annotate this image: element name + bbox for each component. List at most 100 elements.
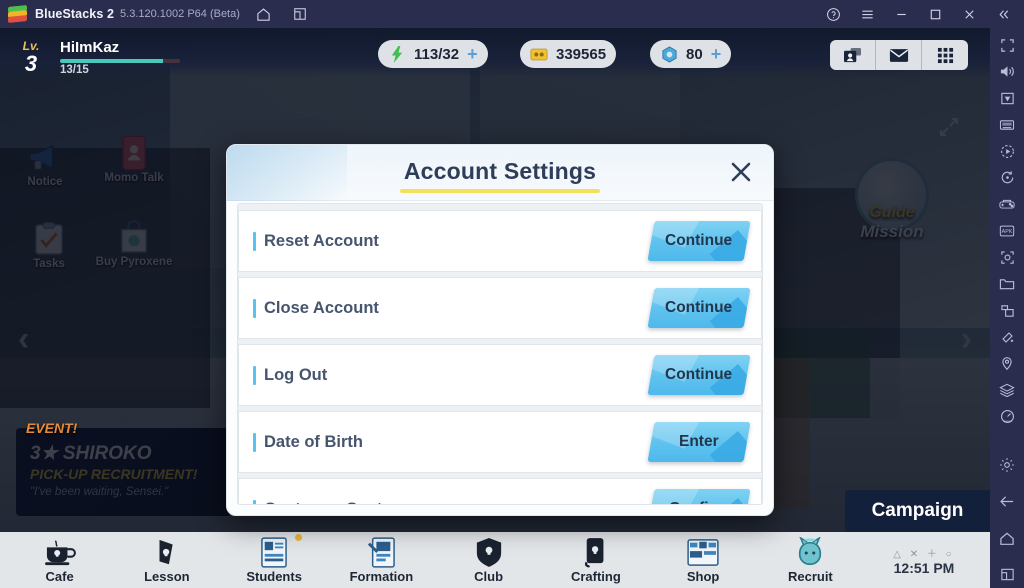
- mail-icon[interactable]: [876, 40, 922, 70]
- row-label: Log Out: [264, 365, 328, 384]
- bluestacks-logo-icon: [8, 4, 27, 24]
- campaign-button[interactable]: Campaign: [845, 490, 990, 532]
- location-icon[interactable]: [990, 350, 1024, 377]
- home-icon[interactable]: [254, 4, 274, 24]
- currency-energy[interactable]: 113/32 +: [378, 40, 488, 68]
- nav-item-shop[interactable]: Shop: [650, 536, 757, 584]
- nav-label-recruit: Recruit: [787, 569, 833, 584]
- crafting-icon: [576, 536, 616, 568]
- reset-account-button[interactable]: Continue: [647, 221, 751, 261]
- dialog-body: Reset Account Continue Close Account Con…: [237, 203, 763, 505]
- nav-label-students: Students: [246, 569, 302, 584]
- title-underline: [400, 189, 600, 193]
- gamepad-icon[interactable]: [990, 191, 1024, 218]
- reset-account-label: Continue: [665, 232, 733, 249]
- nav-item-lesson[interactable]: Lesson: [113, 536, 220, 584]
- date-of-birth-button[interactable]: Enter: [647, 422, 751, 462]
- nav-label-club: Club: [474, 569, 504, 584]
- help-icon[interactable]: [816, 1, 850, 27]
- table-row: Customer Center Confirm: [238, 478, 762, 504]
- nav-item-recruit[interactable]: Recruit: [757, 536, 864, 584]
- energy-plus-button[interactable]: +: [467, 45, 478, 63]
- layers-icon[interactable]: [990, 377, 1024, 404]
- multi-instance-icon[interactable]: [290, 4, 310, 24]
- students-badge: [295, 534, 303, 541]
- nav-label-crafting: Crafting: [570, 569, 621, 584]
- keymapping-icon[interactable]: [990, 85, 1024, 112]
- minimize-icon[interactable]: [884, 1, 918, 27]
- nav-item-crafting[interactable]: Crafting: [542, 536, 649, 584]
- nav-label-formation: Formation: [349, 569, 414, 584]
- rotate-icon[interactable]: [990, 165, 1024, 192]
- volume-icon[interactable]: [990, 59, 1024, 86]
- row-accent-bar: [253, 298, 256, 318]
- play-icon[interactable]: [990, 138, 1024, 165]
- row-accent-bar: [253, 231, 256, 251]
- xp-value: 13/15: [60, 63, 89, 76]
- recents-icon[interactable]: [990, 562, 1024, 588]
- copy-icon[interactable]: [990, 297, 1024, 324]
- close-account-button[interactable]: Continue: [647, 288, 751, 328]
- shop-icon: [683, 536, 723, 568]
- nav-label-shop: Shop: [686, 569, 720, 584]
- fullscreen-icon[interactable]: [990, 32, 1024, 59]
- row-label: Reset Account: [264, 231, 379, 250]
- close-account-label: Continue: [665, 299, 733, 316]
- gem-plus-button[interactable]: +: [711, 45, 722, 63]
- gem-icon: [660, 45, 678, 63]
- currency-gold[interactable]: 339565: [520, 40, 617, 68]
- log-out-label: Continue: [665, 366, 733, 383]
- table-row: Close Account Continue: [238, 277, 762, 339]
- nav-item-cafe[interactable]: Cafe: [6, 536, 113, 584]
- table-row: Date of Birth Enter: [238, 411, 762, 473]
- home-icon[interactable]: [990, 525, 1024, 552]
- screenshot-icon[interactable]: [990, 244, 1024, 271]
- nav-item-formation[interactable]: Formation: [328, 536, 435, 584]
- back-icon[interactable]: [990, 489, 1024, 516]
- maximize-icon[interactable]: [918, 1, 952, 27]
- row-label: Date of Birth: [264, 432, 363, 451]
- log-out-button[interactable]: Continue: [647, 355, 751, 395]
- right-toolbar: APK: [990, 28, 1024, 588]
- system-clock: △ ✕ ＋ ○ 12:51 PM: [864, 545, 984, 576]
- apps-grid-icon[interactable]: [922, 40, 968, 70]
- top-hud: Lv. 3 HiImKaz 13/15 113/32 + 339565 80 +: [0, 28, 990, 86]
- game-viewport: Lv. 3 HiImKaz 13/15 113/32 + 339565 80 +…: [0, 28, 990, 588]
- cafe-icon: [40, 536, 80, 568]
- nav-item-club[interactable]: Club: [435, 536, 542, 584]
- menu-icon[interactable]: [850, 1, 884, 27]
- currency-gem[interactable]: 80 +: [650, 40, 732, 68]
- apk-icon[interactable]: APK: [990, 218, 1024, 245]
- dialog-title: Account Settings: [403, 158, 597, 184]
- macro-icon[interactable]: [990, 112, 1024, 139]
- collapse-icon[interactable]: [986, 1, 1020, 27]
- nav-item-students[interactable]: Students: [221, 534, 328, 584]
- app-version: 5.3.120.1002 P64 (Beta): [120, 8, 240, 20]
- svg-text:APK: APK: [1002, 229, 1013, 235]
- recruit-icon: [790, 536, 830, 568]
- close-icon[interactable]: [725, 156, 757, 188]
- close-icon[interactable]: [952, 1, 986, 27]
- energy-value: 113/32: [414, 45, 460, 63]
- speedometer-icon[interactable]: [990, 403, 1024, 430]
- friends-icon[interactable]: [830, 40, 876, 70]
- row-accent-bar: [253, 499, 256, 504]
- player-level: Lv. 3: [14, 40, 48, 75]
- player-profile[interactable]: Lv. 3 HiImKaz 13/15: [14, 36, 244, 78]
- settings-icon[interactable]: [990, 452, 1024, 479]
- club-icon: [469, 536, 509, 568]
- account-settings-dialog: Account Settings Reset Account Continue: [226, 144, 774, 516]
- customer-center-button[interactable]: Confirm: [647, 489, 751, 504]
- nav-label-cafe: Cafe: [45, 569, 74, 584]
- energy-icon: [388, 45, 406, 63]
- event-tag: EVENT!: [26, 420, 78, 436]
- clock-time: 12:51 PM: [893, 559, 955, 576]
- formation-icon: [361, 536, 401, 568]
- dialog-header: Account Settings: [227, 145, 773, 201]
- folder-icon[interactable]: [990, 271, 1024, 298]
- students-icon: [254, 536, 294, 568]
- campaign-label: Campaign: [871, 500, 964, 521]
- eco-mode-icon[interactable]: [990, 324, 1024, 351]
- level-number: 3: [24, 50, 38, 76]
- hud-right-icons: [830, 40, 968, 70]
